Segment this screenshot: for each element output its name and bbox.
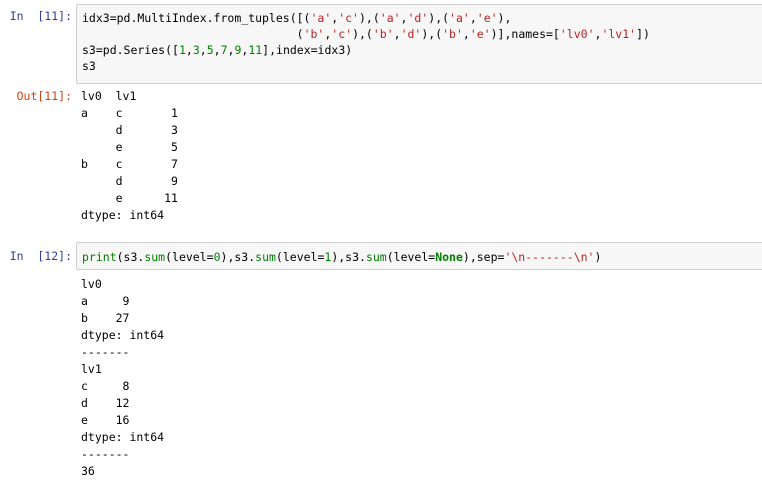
output-line: b 27 xyxy=(81,311,130,325)
output-line: d 3 xyxy=(81,123,178,137)
output-line: ------- xyxy=(81,345,130,359)
code-line: ('b','c'),('b','d'),('b','e')],names=['l… xyxy=(82,27,650,41)
code-token: ),s3. xyxy=(220,250,256,264)
string-literal: 'a' xyxy=(310,11,332,25)
code-token: sum xyxy=(144,250,166,264)
output-line: dtype: int64 xyxy=(81,208,165,222)
output-line: e 5 xyxy=(81,140,178,154)
input-prompt: In [11]: xyxy=(9,9,72,23)
cell-12-output: lv0 a 9 b 27 dtype: int64 ------- lv1 c … xyxy=(0,276,762,486)
output-line: a 9 xyxy=(81,294,130,308)
string-literal: 'a' xyxy=(449,11,470,25)
output-line: a c 1 xyxy=(81,106,178,120)
cell-12-input: In [12]: print(s3.sum(level=0),s3.sum(le… xyxy=(0,240,762,272)
code-token: (s3. xyxy=(116,250,145,264)
string-literal: 'c' xyxy=(338,11,359,25)
number-literal: 3 xyxy=(192,43,200,57)
string-literal: 'lv1' xyxy=(601,27,637,41)
cell-11-output: Out[11]: lv0 lv1 a c 1 d 3 e 5 b c 7 d 9… xyxy=(0,86,762,226)
code-token: '\n-------\n' xyxy=(504,250,595,264)
output-line: 36 xyxy=(81,464,95,478)
output-line: ------- xyxy=(81,447,130,461)
code-token: ),s3. xyxy=(331,250,366,264)
number-literal: 7 xyxy=(220,43,228,57)
output-line: e 11 xyxy=(81,191,178,205)
code-token: (level= xyxy=(275,250,325,264)
output-line: dtype: int64 xyxy=(81,430,165,444)
output-area: lv0 lv1 a c 1 d 3 e 5 b c 7 d 9 e 11 dty… xyxy=(81,88,762,224)
output-line: lv1 xyxy=(81,362,102,376)
code-token: print xyxy=(82,250,117,264)
string-literal: 'lv0' xyxy=(559,27,595,41)
output-line: b c 7 xyxy=(81,157,178,171)
code-token: ),sep= xyxy=(462,250,505,264)
string-literal: 'e' xyxy=(476,11,498,25)
output-line: lv0 lv1 xyxy=(81,89,137,103)
code-token: None xyxy=(435,250,463,264)
code-token: (level= xyxy=(165,250,214,264)
output-area: lv0 a 9 b 27 dtype: int64 ------- lv1 c … xyxy=(81,276,762,480)
output-line: dtype: int64 xyxy=(81,328,165,342)
code-editor[interactable]: idx3=pd.MultiIndex.from_tuples([('a','c'… xyxy=(76,4,762,84)
output-line: d 9 xyxy=(81,174,178,188)
output-line: e 16 xyxy=(81,413,130,427)
string-literal: 'd' xyxy=(407,11,429,25)
output-line: d 12 xyxy=(81,396,130,410)
number-literal: 11 xyxy=(248,43,263,57)
code-token: 0 xyxy=(213,250,221,264)
code-line: s3=pd.Series([1,3,5,7,9,11],index=idx3) xyxy=(82,43,353,57)
string-literal: 'b' xyxy=(372,27,394,41)
code-line: idx3=pd.MultiIndex.from_tuples([('a','c'… xyxy=(82,11,512,25)
code-token: ) xyxy=(594,250,602,264)
string-literal: 'b' xyxy=(303,27,325,41)
input-prompt: In [12]: xyxy=(9,249,72,263)
string-literal: 'e' xyxy=(469,27,491,41)
string-literal: 'b' xyxy=(442,27,463,41)
number-literal: 1 xyxy=(178,43,186,57)
code-line: s3 xyxy=(82,59,96,73)
cell-11-input: In [11]: idx3=pd.MultiIndex.from_tuples(… xyxy=(0,2,762,84)
number-literal: 5 xyxy=(206,43,214,57)
code-editor[interactable]: print(s3.sum(level=0),s3.sum(level=1),s3… xyxy=(76,242,762,270)
string-literal: 'c' xyxy=(331,27,353,41)
code-token: sum xyxy=(255,250,276,264)
output-line: c 8 xyxy=(81,379,130,393)
code-token: (level= xyxy=(386,250,436,264)
code-token: sum xyxy=(365,250,387,264)
output-line: lv0 xyxy=(81,277,102,291)
string-literal: 'a' xyxy=(379,11,401,25)
number-literal: 9 xyxy=(234,43,242,57)
string-literal: 'd' xyxy=(400,27,422,41)
code-line: print(s3.sum(level=0),s3.sum(level=1),s3… xyxy=(82,249,758,265)
output-prompt: Out[11]: xyxy=(16,89,72,103)
